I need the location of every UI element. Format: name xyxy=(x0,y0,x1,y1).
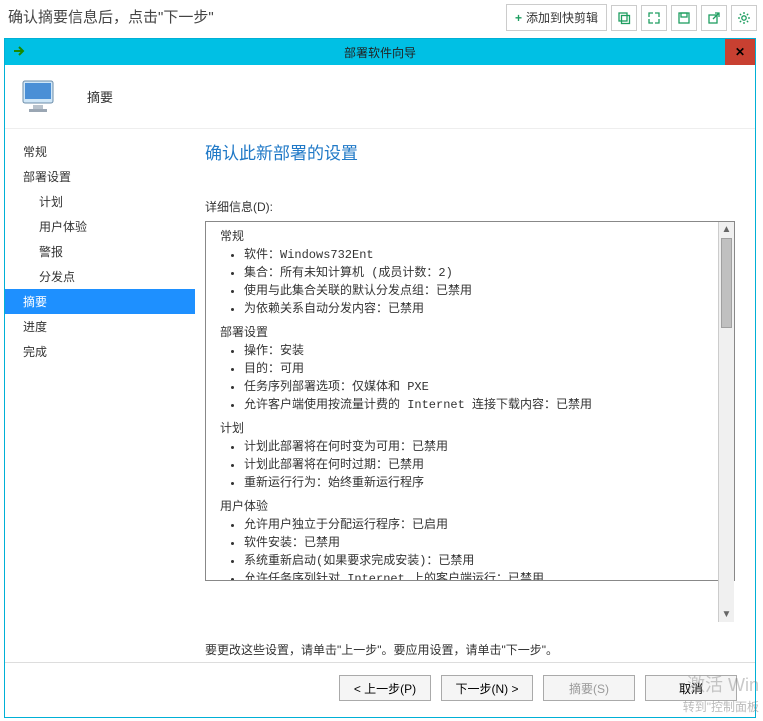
detail-label: 详细信息(D): xyxy=(205,198,735,215)
detail-line: 计划此部署将在何时过期：已禁用 xyxy=(244,456,712,474)
vertical-scrollbar[interactable]: ▲ ▼ xyxy=(718,222,734,622)
detail-group-title: 部署设置 xyxy=(220,324,712,342)
detail-line: 操作：安装 xyxy=(244,342,712,360)
close-button[interactable]: ✕ xyxy=(725,39,755,65)
monitor-icon xyxy=(19,75,63,119)
scroll-thumb[interactable] xyxy=(721,238,732,328)
wizard-main-panel: 确认此新部署的设置 详细信息(D): 常规软件：Windows732Ent集合：… xyxy=(195,129,755,662)
detail-line: 为依赖关系自动分发内容：已禁用 xyxy=(244,300,712,318)
gear-icon[interactable] xyxy=(731,5,757,31)
detail-line: 重新运行行为：始终重新运行程序 xyxy=(244,474,712,492)
sidebar-item-7[interactable]: 进度 xyxy=(5,314,195,339)
detail-line: 软件：Windows732Ent xyxy=(244,246,712,264)
detail-line: 任务序列部署选项：仅媒体和 PXE xyxy=(244,378,712,396)
cancel-button[interactable]: 取消 xyxy=(645,675,737,701)
save-icon[interactable] xyxy=(671,5,697,31)
panel-note: 要更改这些设置，请单击"上一步"。要应用设置，请单击"下一步"。 xyxy=(205,641,735,658)
detail-line: 计划此部署将在何时变为可用：已禁用 xyxy=(244,438,712,456)
detail-line: 系统重新启动(如果要求完成安装)：已禁用 xyxy=(244,552,712,570)
title-bar: 部署软件向导 ✕ xyxy=(5,39,755,65)
scroll-up-icon: ▲ xyxy=(722,222,732,237)
wizard-footer: < 上一步(P) 下一步(N) > 摘要(S) 取消 xyxy=(5,662,755,717)
close-icon: ✕ xyxy=(735,45,745,59)
window-title: 部署软件向导 xyxy=(344,44,416,61)
detail-group-list: 操作：安装目的：可用任务序列部署选项：仅媒体和 PXE允许客户端使用按流量计费的… xyxy=(220,342,712,414)
sidebar-item-2[interactable]: 计划 xyxy=(5,189,195,214)
sidebar-item-3[interactable]: 用户体验 xyxy=(5,214,195,239)
detail-group-title: 计划 xyxy=(220,420,712,438)
detail-line: 集合：所有未知计算机 (成员计数：2) xyxy=(244,264,712,282)
detail-line: 目的：可用 xyxy=(244,360,712,378)
detail-box-container: 常规软件：Windows732Ent集合：所有未知计算机 (成员计数：2)使用与… xyxy=(205,221,735,623)
panel-title: 确认此新部署的设置 xyxy=(205,139,735,164)
detail-line: 使用与此集合关联的默认分发点组：已禁用 xyxy=(244,282,712,300)
copy-icon[interactable] xyxy=(611,5,637,31)
add-to-clip-label: 添加到快剪辑 xyxy=(526,9,598,26)
add-to-clip-button[interactable]: + 添加到快剪辑 xyxy=(506,4,607,31)
instruction-text: 确认摘要信息后，点击"下一步" xyxy=(8,6,214,27)
sidebar-item-0[interactable]: 常规 xyxy=(5,139,195,164)
detail-group-list: 软件：Windows732Ent集合：所有未知计算机 (成员计数：2)使用与此集… xyxy=(220,246,712,318)
detail-textarea[interactable]: 常规软件：Windows732Ent集合：所有未知计算机 (成员计数：2)使用与… xyxy=(205,221,735,581)
next-button[interactable]: 下一步(N) > xyxy=(441,675,533,701)
expand-icon[interactable] xyxy=(641,5,667,31)
summary-button: 摘要(S) xyxy=(543,675,635,701)
detail-group-list: 计划此部署将在何时变为可用：已禁用计划此部署将在何时过期：已禁用重新运行行为：始… xyxy=(220,438,712,492)
sidebar-item-8[interactable]: 完成 xyxy=(5,339,195,364)
detail-group-title: 常规 xyxy=(220,228,712,246)
detail-group-list: 允许用户独立于分配运行程序：已启用软件安装：已禁用系统重新启动(如果要求完成安装… xyxy=(220,516,712,581)
wizard-window: 部署软件向导 ✕ 摘要 常规部署设置计划用户体验警报分发点摘要进度完成 确认此新… xyxy=(4,38,756,718)
detail-line: 允许任务序列针对 Internet 上的客户端运行：已禁用 xyxy=(244,570,712,581)
detail-line: 允许客户端使用按流量计费的 Internet 连接下载内容：已禁用 xyxy=(244,396,712,414)
wizard-header-label: 摘要 xyxy=(87,87,113,106)
detail-line: 软件安装：已禁用 xyxy=(244,534,712,552)
plus-icon: + xyxy=(515,11,522,25)
sidebar-item-6[interactable]: 摘要 xyxy=(5,289,195,314)
wizard-sidebar: 常规部署设置计划用户体验警报分发点摘要进度完成 xyxy=(5,129,195,662)
scroll-down-icon: ▼ xyxy=(722,607,732,622)
share-icon[interactable] xyxy=(701,5,727,31)
page-toolbar: + 添加到快剪辑 xyxy=(506,4,757,31)
detail-group-title: 用户体验 xyxy=(220,498,712,516)
wizard-body: 常规部署设置计划用户体验警报分发点摘要进度完成 确认此新部署的设置 详细信息(D… xyxy=(5,129,755,662)
forward-arrow-icon xyxy=(13,45,27,60)
sidebar-item-5[interactable]: 分发点 xyxy=(5,264,195,289)
sidebar-item-1[interactable]: 部署设置 xyxy=(5,164,195,189)
detail-line: 允许用户独立于分配运行程序：已启用 xyxy=(244,516,712,534)
wizard-header: 摘要 xyxy=(5,65,755,129)
sidebar-item-4[interactable]: 警报 xyxy=(5,239,195,264)
previous-button[interactable]: < 上一步(P) xyxy=(339,675,431,701)
